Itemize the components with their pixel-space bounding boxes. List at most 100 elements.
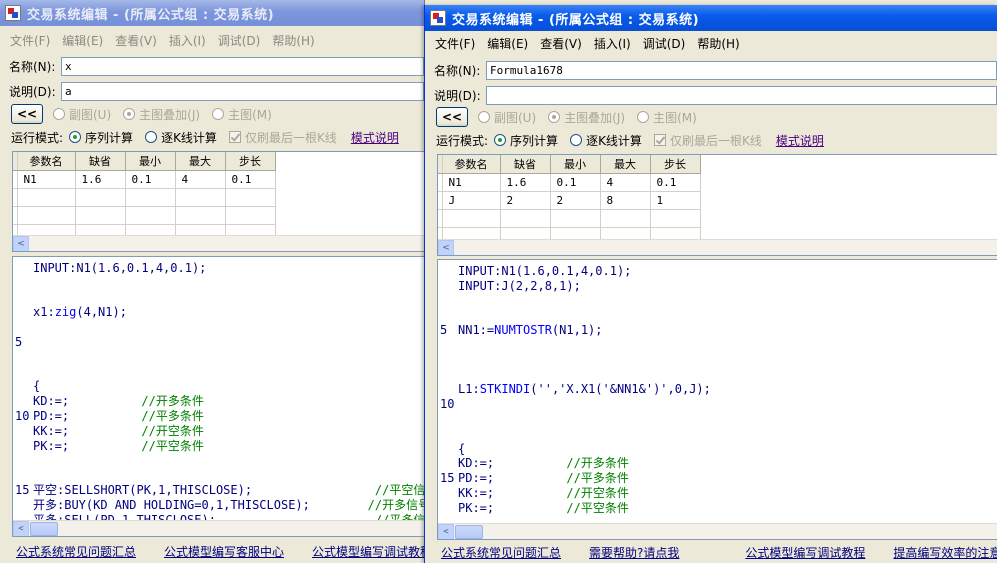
menu-debug[interactable]: 调试(D): [212, 32, 267, 49]
radio-bar-calc[interactable]: 逐K线计算: [145, 129, 217, 146]
menu-insert[interactable]: 插入(I): [588, 35, 637, 52]
title-bar[interactable]: 交易系统编辑 - (所属公式组 : 交易系统): [425, 5, 997, 31]
menu-debug[interactable]: 调试(D): [637, 35, 692, 52]
table-row[interactable]: J2281: [438, 191, 701, 210]
table-row[interactable]: N1 1.6 0.1 4 0.1: [438, 173, 701, 192]
code-line[interactable]: [13, 468, 424, 483]
code-line[interactable]: [13, 320, 424, 335]
params-table[interactable]: 参数名 缺省 最小 最大 步长 N1 1.6 0.1 4 0.1 <: [12, 151, 424, 252]
table-row[interactable]: [13, 188, 276, 207]
menu-edit[interactable]: 编辑(E): [56, 32, 109, 49]
radio-main-overlay[interactable]: 主图叠加(J): [123, 106, 200, 123]
tutorial-link[interactable]: 公式模型编写调试教程: [312, 543, 424, 560]
code-line[interactable]: PK:=; //平空条件: [13, 439, 424, 454]
code-line[interactable]: INPUT:N1(1.6,0.1,4,0.1);: [438, 264, 997, 279]
title-bar[interactable]: 交易系统编辑 - (所属公式组 : 交易系统): [0, 0, 424, 26]
code-line[interactable]: KD:=; //开多条件: [438, 456, 997, 471]
code-line[interactable]: [438, 353, 997, 368]
radio-series-calc[interactable]: 序列计算: [69, 129, 133, 146]
scroll-left-icon[interactable]: <: [438, 523, 454, 539]
code-line[interactable]: [438, 368, 997, 383]
code-line[interactable]: {: [13, 379, 424, 394]
scroll-left-icon[interactable]: <: [438, 239, 454, 255]
code-line[interactable]: [438, 427, 997, 442]
table-cell[interactable]: 0.1: [225, 170, 276, 189]
editor-hscroll[interactable]: <: [438, 523, 997, 539]
table-cell[interactable]: N1: [442, 173, 501, 192]
scroll-left-icon[interactable]: <: [13, 520, 29, 536]
table-cell[interactable]: [75, 188, 126, 207]
params-grid[interactable]: 参数名 缺省 最小 最大 步长 N1 1.6 0.1 4 0.1 J 2 2 8 1: [438, 155, 701, 246]
mode-help-link[interactable]: 模式说明: [351, 129, 399, 146]
column-header[interactable]: 缺省: [75, 152, 126, 171]
table-cell[interactable]: [75, 206, 126, 225]
desc-input[interactable]: [486, 85, 997, 105]
editor-hscroll[interactable]: <: [13, 520, 424, 536]
radio-subchart[interactable]: 副图(U): [53, 106, 111, 123]
tutorial-link[interactable]: 公式模型编写调试教程: [745, 544, 865, 561]
code-line[interactable]: PK:=; //平空条件: [438, 501, 997, 516]
code-line[interactable]: INPUT:N1(1.6,0.1,4,0.1);: [13, 261, 424, 276]
column-header[interactable]: 最大: [600, 155, 651, 174]
menu-insert[interactable]: 插入(I): [163, 32, 212, 49]
table-row[interactable]: [438, 209, 701, 228]
menu-view[interactable]: 查看(V): [534, 35, 588, 52]
code-line[interactable]: INPUT:J(2,2,8,1);: [438, 279, 997, 294]
radio-subchart[interactable]: 副图(U): [478, 109, 536, 126]
code-line[interactable]: [13, 350, 424, 365]
table-cell[interactable]: 0.1: [550, 173, 601, 192]
params-hscroll[interactable]: <: [438, 239, 997, 255]
code-line[interactable]: 15 PD:=; //平多条件: [438, 471, 997, 486]
scroll-thumb[interactable]: [30, 521, 58, 536]
code-editor[interactable]: INPUT:N1(1.6,0.1,4,0.1); x1:zig(4,N1); 5{K…: [12, 256, 424, 537]
radio-series-calc[interactable]: 序列计算: [494, 132, 558, 149]
name-input[interactable]: [61, 56, 424, 76]
radio-bar-calc[interactable]: 逐K线计算: [570, 132, 642, 149]
table-cell[interactable]: 1.6: [500, 173, 551, 192]
faq-link[interactable]: 公式系统常见问题汇总: [441, 544, 561, 561]
code-line[interactable]: [438, 308, 997, 323]
table-row[interactable]: [13, 206, 276, 225]
code-line[interactable]: 5: [13, 335, 424, 350]
column-header[interactable]: 最大: [175, 152, 226, 171]
radio-main[interactable]: 主图(M): [212, 106, 272, 123]
code-line[interactable]: {: [438, 442, 997, 457]
table-cell[interactable]: [550, 209, 601, 228]
column-header[interactable]: 步长: [650, 155, 701, 174]
code-line[interactable]: [13, 453, 424, 468]
table-cell[interactable]: 0.1: [650, 173, 701, 192]
code-line[interactable]: KK:=; //开空条件: [13, 424, 424, 439]
params-hscroll[interactable]: <: [13, 235, 424, 251]
service-center-link[interactable]: 公式模型编写客服中心: [164, 543, 284, 560]
editor-window-back[interactable]: 交易系统编辑 - (所属公式组 : 交易系统) 文件(F) 编辑(E) 查看(V…: [0, 0, 425, 563]
code-line[interactable]: 15平空:SELLSHORT(PK,1,THISCLOSE); //平空信号: [13, 483, 424, 498]
code-line[interactable]: KK:=; //开空条件: [438, 486, 997, 501]
name-input[interactable]: [486, 60, 997, 80]
need-help-link[interactable]: 需要帮助?请点我: [589, 544, 679, 561]
table-cell[interactable]: [225, 188, 276, 207]
faq-link[interactable]: 公式系统常见问题汇总: [16, 543, 136, 560]
table-cell[interactable]: J: [442, 191, 501, 210]
table-cell[interactable]: [600, 209, 651, 228]
table-cell[interactable]: 4: [175, 170, 226, 189]
code-line[interactable]: x1:zig(4,N1);: [13, 305, 424, 320]
table-cell[interactable]: [125, 206, 176, 225]
params-grid[interactable]: 参数名 缺省 最小 最大 步长 N1 1.6 0.1 4 0.1: [13, 152, 276, 243]
desc-input[interactable]: [61, 81, 424, 101]
scroll-thumb[interactable]: [455, 524, 483, 539]
code-line[interactable]: 10: [438, 397, 997, 412]
collapse-button[interactable]: <<: [11, 104, 43, 124]
code-line[interactable]: [438, 338, 997, 353]
menu-edit[interactable]: 编辑(E): [481, 35, 534, 52]
table-cell[interactable]: [17, 188, 76, 207]
column-header[interactable]: 参数名: [442, 155, 501, 174]
code-line[interactable]: KD:=; //开多条件: [13, 394, 424, 409]
editor-window-front[interactable]: 交易系统编辑 - (所属公式组 : 交易系统) 文件(F) 编辑(E) 查看(V…: [424, 5, 997, 563]
mode-help-link[interactable]: 模式说明: [776, 132, 824, 149]
code-line[interactable]: [13, 291, 424, 306]
code-editor[interactable]: INPUT:N1(1.6,0.1,4,0.1); INPUT:J(2,2,8,1)…: [437, 259, 997, 540]
table-cell[interactable]: N1: [17, 170, 76, 189]
table-cell[interactable]: [175, 188, 226, 207]
code-line[interactable]: 开多:BUY(KD AND HOLDING=0,1,THISCLOSE); //…: [13, 498, 424, 513]
menu-help[interactable]: 帮助(H): [691, 35, 745, 52]
